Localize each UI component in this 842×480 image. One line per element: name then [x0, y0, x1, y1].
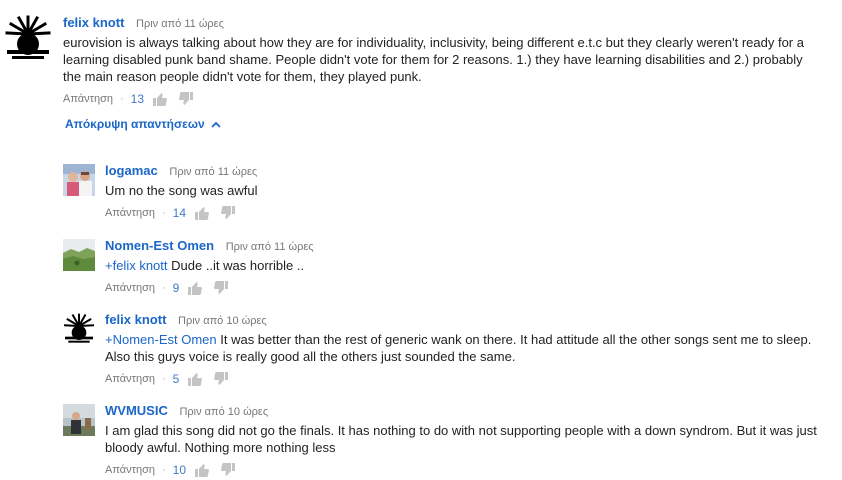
separator-dot: ·: [162, 282, 166, 294]
hide-replies-button[interactable]: Απόκρυψη απαντήσεων: [65, 117, 221, 131]
comment-text-content: Um no the song was awful: [105, 183, 258, 198]
like-count: 13: [130, 92, 145, 106]
comment-author[interactable]: Nomen-Est Omen: [105, 238, 214, 253]
comment-author[interactable]: logamac: [105, 163, 158, 178]
thumbs-up-icon[interactable]: [194, 462, 210, 478]
comment-text: eurovision is always talking about how t…: [63, 34, 823, 85]
comment-timestamp[interactable]: Πριν από 10 ώρες: [179, 406, 268, 418]
thumbs-up-icon[interactable]: [194, 205, 210, 221]
thumbs-up-icon[interactable]: [152, 91, 168, 107]
thumbs-down-icon[interactable]: [213, 371, 229, 387]
comment-timestamp[interactable]: Πριν από 10 ώρες: [178, 315, 267, 327]
comment-timestamp[interactable]: Πριν από 11 ώρες: [136, 18, 224, 30]
comment-text: +Nomen-Est Omen It was better than the r…: [105, 331, 830, 365]
separator-dot: ·: [162, 464, 166, 476]
thumbs-down-icon[interactable]: [213, 280, 229, 296]
comment-text: +felix knott Dude ..it was horrible ..: [105, 257, 825, 274]
sun-logo-avatar[interactable]: [4, 13, 52, 61]
reply-button[interactable]: Απάντηση: [105, 282, 155, 294]
comment-author[interactable]: felix knott: [105, 312, 166, 327]
comment-text-content: Dude ..it was horrible ..: [167, 258, 305, 273]
thumbs-down-icon[interactable]: [178, 91, 194, 107]
comment-text: I am glad this song did not go the final…: [105, 422, 830, 456]
thumbs-up-icon[interactable]: [187, 371, 203, 387]
thumbs-up-icon[interactable]: [187, 280, 203, 296]
reply-button[interactable]: Απάντηση: [105, 373, 155, 385]
reply-button[interactable]: Απάντηση: [105, 464, 155, 476]
person-photo-avatar[interactable]: [63, 404, 95, 436]
mention-link[interactable]: +Nomen-Est Omen: [105, 332, 217, 347]
separator-dot: ·: [120, 93, 124, 105]
reply-button[interactable]: Απάντηση: [63, 93, 113, 105]
comment-author[interactable]: felix knott: [63, 15, 124, 30]
like-count: 14: [172, 206, 187, 220]
comment-text-content: eurovision is always talking about how t…: [63, 35, 804, 84]
separator-dot: ·: [162, 207, 166, 219]
thumbs-down-icon[interactable]: [220, 205, 236, 221]
like-count: 9: [172, 281, 180, 295]
comment-timestamp[interactable]: Πριν από 11 ώρες: [169, 166, 257, 178]
comment-author[interactable]: WVMUSIC: [105, 403, 168, 418]
comment-text-content: I am glad this song did not go the final…: [105, 423, 817, 455]
landscape-avatar[interactable]: [63, 239, 95, 271]
separator-dot: ·: [162, 373, 166, 385]
comment-timestamp[interactable]: Πριν από 11 ώρες: [226, 241, 314, 253]
photo-avatar[interactable]: [63, 164, 95, 196]
chevron-up-icon: [211, 117, 221, 131]
comments-section: felix knott Πριν από 11 ώρες eurovision …: [0, 0, 842, 480]
mention-link[interactable]: +felix knott: [105, 258, 168, 273]
hide-replies-label: Απόκρυψη απαντήσεων: [65, 117, 205, 131]
reply-button[interactable]: Απάντηση: [105, 207, 155, 219]
thumbs-down-icon[interactable]: [220, 462, 236, 478]
sun-logo-avatar[interactable]: [63, 312, 95, 344]
comment-text: Um no the song was awful: [105, 182, 825, 199]
like-count: 10: [172, 463, 187, 477]
like-count: 5: [172, 372, 180, 386]
